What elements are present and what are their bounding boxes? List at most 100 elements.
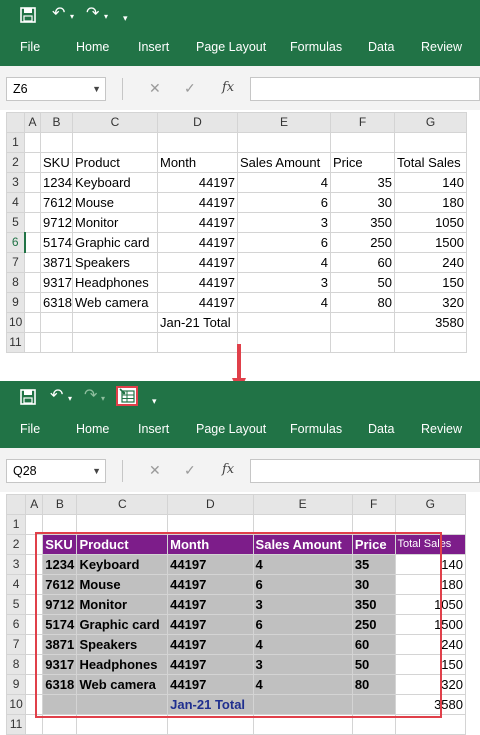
cell[interactable]: 240 [394, 252, 467, 273]
tab-home[interactable]: Home [76, 422, 109, 436]
cell[interactable] [42, 694, 78, 715]
cell[interactable] [72, 332, 158, 353]
name-box[interactable]: Z6 ▼ [6, 77, 106, 101]
column-header[interactable]: F [351, 494, 396, 515]
cell[interactable]: 44197 [167, 574, 254, 595]
cell[interactable] [24, 132, 41, 153]
cell[interactable]: 350 [330, 212, 395, 233]
tab-formulas[interactable]: Formulas [290, 422, 342, 436]
cell[interactable]: 3 [237, 272, 331, 293]
cell[interactable]: 50 [330, 272, 395, 293]
insert-function-icon[interactable]: fx [222, 462, 234, 477]
cell[interactable] [24, 152, 41, 173]
redo-dropdown-icon[interactable]: ▾ [101, 391, 105, 407]
header-cell[interactable]: Month [167, 534, 254, 555]
cell[interactable]: 44197 [167, 674, 254, 695]
cell[interactable]: 9317 [42, 654, 78, 675]
tab-file[interactable]: File [20, 422, 40, 436]
cell[interactable]: Headphones [72, 272, 158, 293]
column-header[interactable]: C [76, 494, 169, 515]
cell[interactable]: 35 [351, 554, 396, 575]
column-header[interactable]: B [40, 112, 73, 133]
tab-insert[interactable]: Insert [138, 422, 169, 436]
cancel-icon[interactable]: ✕ [149, 80, 161, 97]
cell[interactable]: 44197 [157, 272, 238, 293]
cell[interactable] [252, 714, 353, 735]
cell[interactable] [351, 514, 396, 535]
cell[interactable] [40, 132, 73, 153]
row-header[interactable]: 5 [5, 594, 27, 615]
column-header[interactable]: G [394, 494, 466, 515]
cell[interactable]: 50 [351, 654, 396, 675]
header-cell[interactable]: Month [157, 152, 238, 173]
column-header[interactable]: A [24, 112, 41, 133]
cell[interactable]: 7612 [42, 574, 78, 595]
cell[interactable] [252, 514, 353, 535]
cell[interactable] [394, 132, 467, 153]
column-header[interactable]: G [394, 112, 467, 133]
cell[interactable]: Web camera [72, 292, 158, 313]
cell[interactable]: 3 [252, 654, 353, 675]
cell[interactable] [237, 332, 331, 353]
cell[interactable] [25, 614, 44, 635]
header-cell[interactable]: Product [76, 534, 169, 555]
row-header[interactable]: 6 [6, 232, 26, 253]
row-header[interactable]: 10 [5, 694, 27, 715]
undo-icon[interactable]: ↶ [52, 6, 65, 22]
undo-dropdown-icon[interactable]: ▾ [68, 391, 72, 407]
cell[interactable]: 320 [394, 292, 467, 313]
select-all-corner[interactable] [6, 112, 25, 133]
cell[interactable] [394, 714, 466, 735]
cell[interactable]: 350 [351, 594, 396, 615]
cell[interactable]: 44197 [157, 292, 238, 313]
column-header[interactable]: A [25, 494, 44, 515]
cell[interactable]: 9712 [40, 212, 73, 233]
row-header[interactable]: 1 [5, 514, 27, 535]
cell[interactable]: 30 [351, 574, 396, 595]
row-header[interactable]: 3 [5, 554, 27, 575]
row-header[interactable]: 4 [6, 192, 25, 213]
cell[interactable]: Headphones [76, 654, 169, 675]
row-header[interactable]: 11 [6, 332, 25, 353]
cell[interactable] [24, 172, 41, 193]
total-label-cell[interactable]: Jan-21 Total [157, 312, 238, 333]
cell[interactable] [24, 192, 41, 213]
cell[interactable] [25, 714, 44, 735]
autoformat-icon[interactable] [116, 386, 138, 406]
cell[interactable] [24, 232, 41, 253]
column-header[interactable]: E [237, 112, 331, 133]
cell[interactable] [237, 312, 331, 333]
header-cell[interactable]: Product [72, 152, 158, 173]
cell[interactable]: 3 [252, 594, 353, 615]
cell[interactable]: 320 [394, 674, 466, 695]
column-header[interactable]: D [157, 112, 238, 133]
cell[interactable]: 60 [351, 634, 396, 655]
row-header[interactable]: 1 [6, 132, 25, 153]
header-cell[interactable]: Price [330, 152, 395, 173]
tab-page-layout[interactable]: Page Layout [196, 422, 266, 436]
total-value-cell[interactable]: 3580 [394, 694, 466, 715]
row-header[interactable]: 11 [5, 714, 27, 735]
tab-data[interactable]: Data [368, 422, 394, 436]
row-header[interactable]: 9 [5, 674, 27, 695]
cell[interactable]: Mouse [72, 192, 158, 213]
cell[interactable] [24, 312, 41, 333]
row-header[interactable]: 9 [6, 292, 25, 313]
header-cell[interactable]: SKU [42, 534, 78, 555]
cell[interactable]: 6 [237, 232, 331, 253]
cell[interactable]: Keyboard [76, 554, 169, 575]
column-header[interactable]: B [42, 494, 78, 515]
row-header[interactable]: 8 [6, 272, 25, 293]
cell[interactable]: 44197 [167, 634, 254, 655]
cell[interactable]: 7612 [40, 192, 73, 213]
cell[interactable] [24, 292, 41, 313]
cell[interactable]: 250 [351, 614, 396, 635]
customize-qat-icon[interactable]: ▾ [152, 393, 157, 409]
cell[interactable]: Speakers [72, 252, 158, 273]
cell[interactable]: 5174 [42, 614, 78, 635]
cell[interactable] [25, 694, 44, 715]
cell[interactable]: 1050 [394, 594, 466, 615]
cell[interactable]: 3871 [42, 634, 78, 655]
cell[interactable] [237, 132, 331, 153]
cell[interactable] [72, 132, 158, 153]
